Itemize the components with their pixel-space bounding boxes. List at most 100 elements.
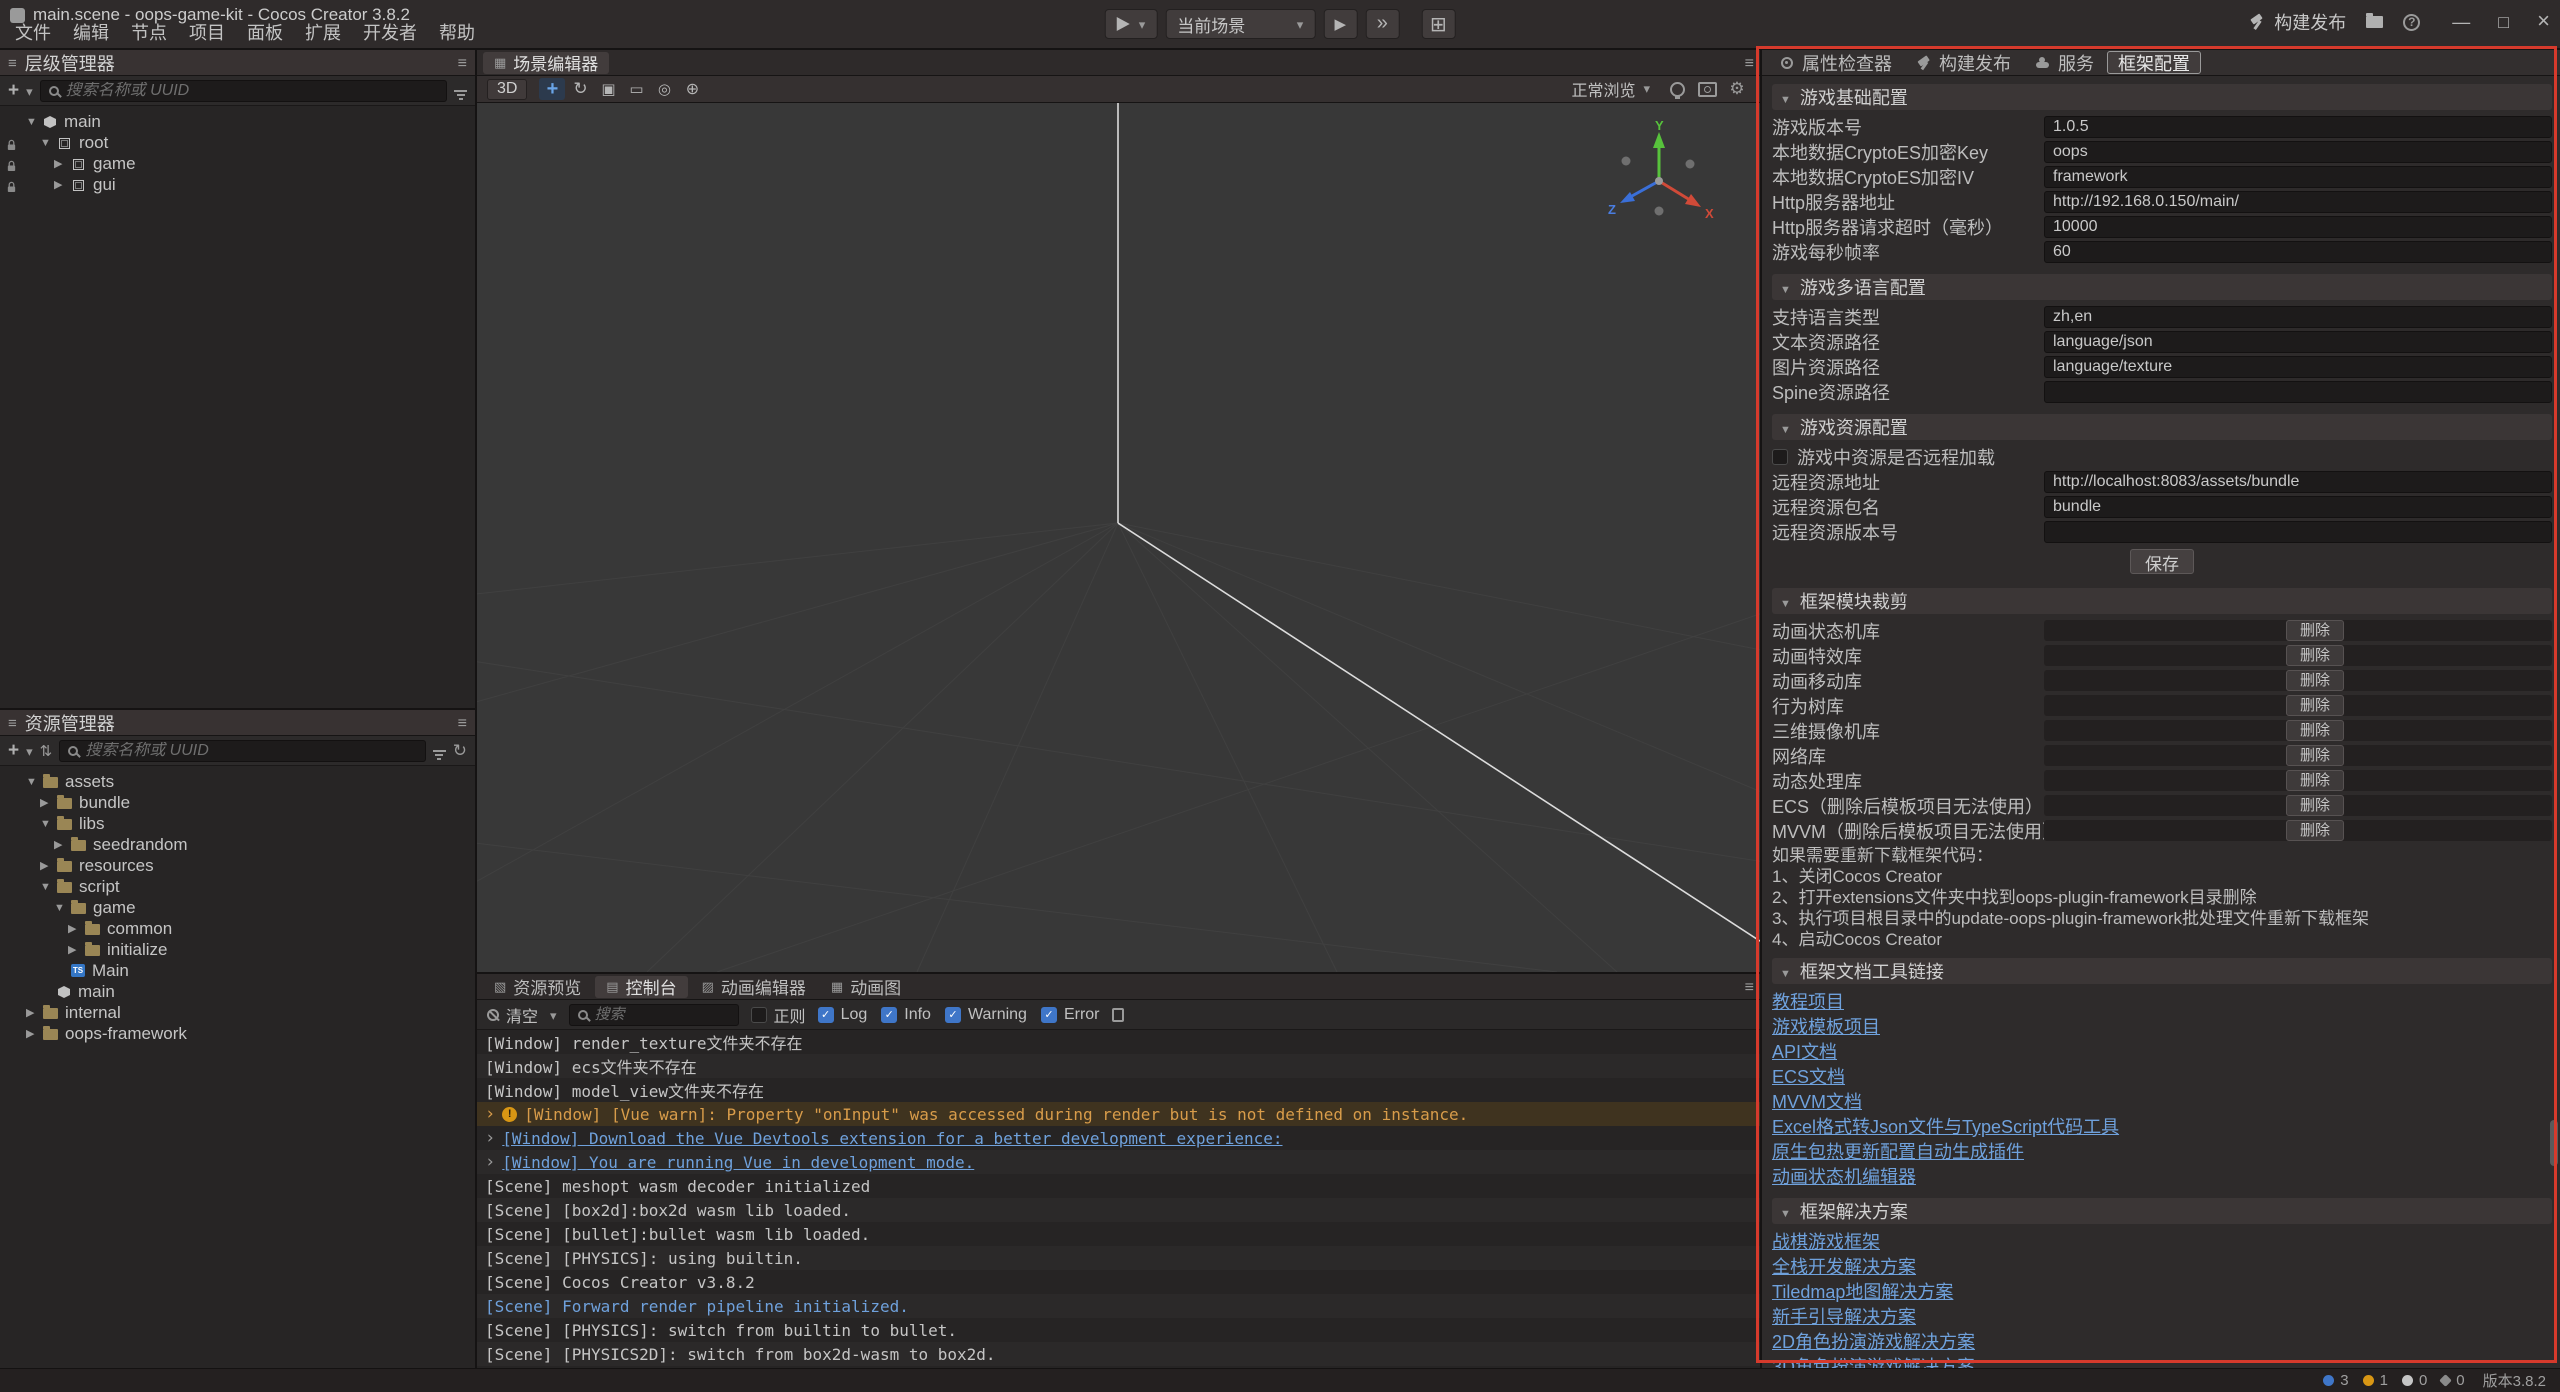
tree-row[interactable]: ▼ main — [0, 111, 475, 132]
scene-view-tool-icon[interactable] — [1664, 78, 1690, 100]
tree-row[interactable]: ▼ script — [0, 876, 475, 897]
menu-item[interactable]: 面板 — [236, 17, 294, 47]
console-row[interactable]: › [Window] You are running Vue in develo… — [477, 1150, 1760, 1174]
scene-view-tool-icon[interactable] — [1724, 78, 1750, 100]
inspector-tab[interactable]: 框架配置 — [2107, 51, 2201, 74]
console-row[interactable]: › [Window] Download the Vue Devtools ext… — [477, 1126, 1760, 1150]
console-row[interactable]: › [Scene] [PHYSICS]: using builtin. — [477, 1246, 1760, 1270]
status-count[interactable]: 1 — [2363, 1372, 2388, 1389]
tree-caret-icon[interactable]: ▶ — [54, 838, 71, 851]
status-count[interactable]: 0 — [2402, 1372, 2427, 1389]
console-filter-toggle[interactable]: Error — [1041, 1006, 1100, 1024]
export-log-icon[interactable] — [1112, 1008, 1124, 1022]
doc-link[interactable]: 战棋游戏框架 — [1772, 1228, 1880, 1254]
doc-link[interactable]: 原生包热更新配置自动生成插件 — [1772, 1138, 2024, 1164]
console-row[interactable]: › [Scene] [bullet]:bullet wasm lib loade… — [477, 1222, 1760, 1246]
expand-caret-icon[interactable]: › — [485, 1128, 495, 1148]
tree-caret-icon[interactable]: ▶ — [54, 157, 71, 170]
tree-row[interactable]: ▼ root — [0, 132, 475, 153]
doc-link[interactable]: 教程项目 — [1772, 988, 1844, 1014]
inspector-tab[interactable]: 属性检查器 — [1768, 51, 1903, 74]
add-asset-button[interactable] — [8, 740, 19, 762]
refresh-icon[interactable] — [453, 740, 467, 761]
delete-button[interactable]: 删除 — [2286, 670, 2344, 691]
delete-button[interactable]: 删除 — [2286, 695, 2344, 716]
property-input[interactable] — [2044, 191, 2552, 213]
console-tab[interactable]: 动画图 — [820, 976, 912, 998]
preview-device-button[interactable] — [1105, 9, 1158, 39]
layout-button[interactable] — [1421, 9, 1455, 39]
scene-tool-icon[interactable] — [595, 78, 621, 100]
doc-link[interactable]: MVVM文档 — [1772, 1088, 1862, 1114]
console-row[interactable]: › [Scene] Cocos Creator v3.8.2 — [477, 1270, 1760, 1294]
menu-item[interactable]: 扩展 — [294, 17, 352, 47]
tree-caret-icon[interactable]: ▼ — [54, 902, 71, 914]
console-filter-toggle[interactable]: Warning — [945, 1006, 1027, 1024]
property-input[interactable] — [2044, 331, 2552, 353]
regex-toggle[interactable]: 正则 — [751, 1003, 806, 1027]
tree-caret-icon[interactable]: ▶ — [68, 943, 85, 956]
console-row[interactable]: › [Window] model_view文件夹不存在 — [477, 1078, 1760, 1102]
scene-view-tool-icon[interactable] — [1694, 78, 1720, 100]
tree-caret-icon[interactable]: ▶ — [40, 859, 57, 872]
inspector-tab[interactable]: 服务 — [2024, 51, 2105, 74]
hierarchy-search-input[interactable] — [66, 82, 438, 100]
filter-icon[interactable] — [454, 90, 467, 92]
property-input[interactable] — [2044, 521, 2552, 543]
tree-caret-icon[interactable]: ▼ — [40, 137, 57, 149]
checkbox-icon[interactable] — [945, 1007, 961, 1023]
doc-link[interactable]: Excel格式转Json文件与TypeScript代码工具 — [1772, 1113, 2119, 1139]
tree-caret-icon[interactable]: ▶ — [26, 1027, 43, 1040]
menu-item[interactable]: 帮助 — [428, 17, 486, 47]
axis-gizmo[interactable]: Y X Z — [1604, 119, 1720, 229]
menu-item[interactable]: 节点 — [120, 17, 178, 47]
checkbox-icon[interactable] — [1041, 1007, 1057, 1023]
property-input[interactable] — [2044, 216, 2552, 238]
doc-link[interactable]: Tiledmap地图解决方案 — [1772, 1278, 1953, 1304]
doc-link[interactable]: 全栈开发解决方案 — [1772, 1253, 1916, 1279]
console-tab[interactable]: 控制台 — [595, 976, 687, 998]
scene-select[interactable]: 当前场景 — [1165, 9, 1315, 39]
property-input[interactable] — [2044, 306, 2552, 328]
maximize-button[interactable] — [2498, 12, 2509, 33]
doc-link[interactable]: 2D角色扮演游戏解决方案 — [1772, 1328, 1975, 1354]
minimize-button[interactable] — [2452, 12, 2470, 33]
delete-button[interactable]: 删除 — [2286, 620, 2344, 641]
delete-button[interactable]: 删除 — [2286, 645, 2344, 666]
tree-row[interactable]: ▶ oops-framework — [0, 1023, 475, 1044]
property-input[interactable] — [2044, 356, 2552, 378]
property-input[interactable] — [2044, 116, 2552, 138]
tree-row[interactable]: ▶ resources — [0, 855, 475, 876]
tree-caret-icon[interactable]: ▶ — [54, 178, 71, 191]
delete-button[interactable]: 删除 — [2286, 820, 2344, 841]
scene-tool-icon[interactable] — [623, 78, 649, 100]
tree-row[interactable]: ▼ game — [0, 897, 475, 918]
checkbox-icon[interactable] — [818, 1007, 834, 1023]
section-module-trim[interactable]: 框架模块裁剪 — [1772, 588, 2552, 614]
console-row[interactable]: › [Scene] [PHYSICS2D]: switch from box2d… — [477, 1342, 1760, 1366]
tree-row[interactable]: ▶ gui — [0, 174, 475, 195]
tree-row[interactable]: ▶ common — [0, 918, 475, 939]
expand-caret-icon[interactable]: › — [485, 1104, 495, 1124]
console-row[interactable]: › [Window] ecs文件夹不存在 — [477, 1054, 1760, 1078]
clear-options-icon[interactable] — [550, 1004, 557, 1025]
checkbox-icon[interactable] — [751, 1007, 767, 1023]
tree-row[interactable]: ▶ internal — [0, 1002, 475, 1023]
lock-icon[interactable] — [6, 178, 17, 195]
property-input[interactable] — [2044, 381, 2552, 403]
doc-link[interactable]: 3D角色扮演游戏解决方案 — [1772, 1353, 1975, 1369]
assets-search-input[interactable] — [85, 742, 417, 760]
property-input[interactable] — [2044, 471, 2552, 493]
doc-link[interactable]: API文档 — [1772, 1038, 1837, 1064]
tree-caret-icon[interactable]: ▼ — [40, 818, 57, 830]
console-tab[interactable]: 动画编辑器 — [691, 976, 817, 998]
tree-row[interactable]: main — [0, 981, 475, 1002]
scene-viewport[interactable]: Y X Z — [477, 103, 1760, 972]
delete-button[interactable]: 删除 — [2286, 795, 2344, 816]
checkbox-icon[interactable] — [881, 1007, 897, 1023]
property-input[interactable] — [2044, 496, 2552, 518]
tree-row[interactable]: Main — [0, 960, 475, 981]
folder-icon[interactable] — [2366, 16, 2383, 28]
tree-caret-icon[interactable]: ▼ — [26, 116, 43, 128]
scene-tool-icon[interactable] — [539, 78, 565, 100]
